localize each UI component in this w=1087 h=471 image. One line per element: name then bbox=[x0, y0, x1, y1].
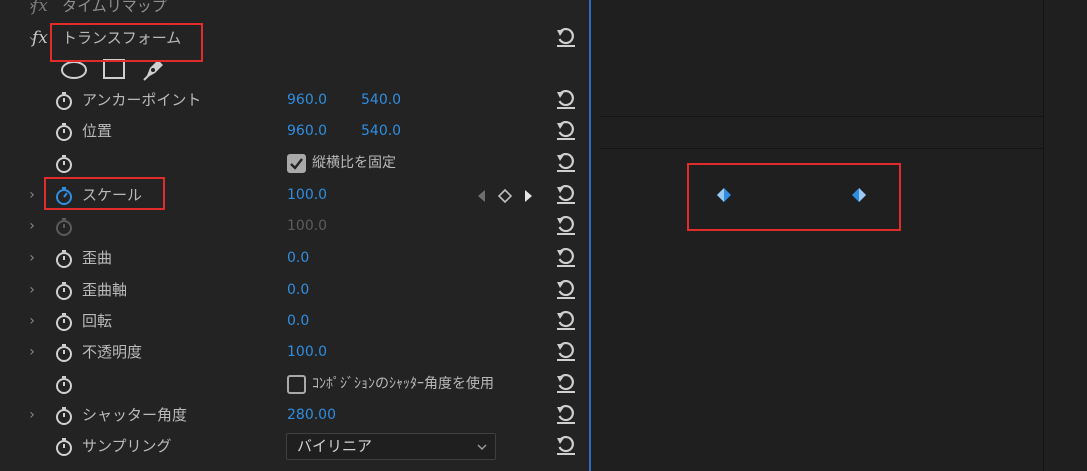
property-row-skew: › 歪曲 0.0 bbox=[0, 243, 590, 274]
value-x[interactable]: 960.0 bbox=[287, 116, 327, 147]
checkmark-icon bbox=[290, 158, 303, 170]
expand-chevron-icon[interactable]: › bbox=[26, 337, 38, 368]
reset-icon[interactable] bbox=[555, 90, 577, 110]
property-label: 位置 bbox=[82, 122, 113, 140]
skew-value[interactable]: 0.0 bbox=[287, 243, 309, 274]
sampling-select[interactable]: バイリニア bbox=[286, 433, 496, 460]
sampling-selected-value: バイリニア bbox=[297, 437, 373, 455]
value-y[interactable]: 540.0 bbox=[361, 116, 401, 147]
reset-icon[interactable] bbox=[555, 311, 577, 331]
property-row-position: 位置 960.0 540.0 bbox=[0, 116, 590, 147]
stopwatch-icon[interactable] bbox=[55, 313, 73, 331]
expand-chevron-icon[interactable]: › bbox=[26, 306, 38, 337]
highlight-box-scale bbox=[44, 177, 165, 210]
property-label: 不透明度 bbox=[82, 343, 143, 361]
fx-icon[interactable]: fx bbox=[32, 0, 48, 22]
highlight-box-transform bbox=[50, 23, 203, 62]
fx-icon[interactable]: fx bbox=[32, 23, 48, 54]
property-row-rotation: › 回転 0.0 bbox=[0, 306, 590, 337]
stopwatch-icon[interactable] bbox=[55, 123, 73, 141]
reset-icon[interactable] bbox=[555, 405, 577, 425]
property-row-comp-shutter: ｺﾝﾎﾟｼﾞｼｮﾝのｼｬｯﾀｰ角度を使用 bbox=[0, 369, 590, 400]
reset-icon[interactable] bbox=[555, 28, 577, 48]
stopwatch-icon[interactable] bbox=[55, 92, 73, 110]
property-label: 歪曲 bbox=[82, 249, 113, 267]
row-divider bbox=[600, 116, 1043, 117]
timeline-end-line bbox=[1043, 0, 1044, 471]
playhead-line bbox=[589, 0, 591, 471]
expand-chevron-icon[interactable]: › bbox=[26, 275, 38, 306]
rotation-value[interactable]: 0.0 bbox=[287, 306, 309, 337]
reset-icon[interactable] bbox=[555, 374, 577, 394]
property-row-sampling: サンプリング バイリニア bbox=[0, 431, 590, 462]
reset-icon[interactable] bbox=[555, 436, 577, 456]
row-divider bbox=[600, 148, 1043, 149]
property-label: 回転 bbox=[82, 312, 113, 330]
stopwatch-icon[interactable] bbox=[55, 376, 73, 394]
stopwatch-icon[interactable] bbox=[55, 438, 73, 456]
value-x[interactable]: 960.0 bbox=[287, 85, 327, 116]
next-keyframe-icon[interactable] bbox=[524, 189, 534, 203]
reset-icon[interactable] bbox=[555, 185, 577, 205]
reset-icon[interactable] bbox=[555, 216, 577, 236]
comp-shutter-checkbox[interactable] bbox=[287, 375, 306, 394]
add-keyframe-icon[interactable] bbox=[498, 189, 512, 203]
stopwatch-icon[interactable] bbox=[55, 155, 73, 173]
expand-chevron-icon[interactable]: › bbox=[26, 243, 38, 274]
scale-value[interactable]: 100.0 bbox=[287, 180, 327, 211]
property-label: サンプリング bbox=[82, 437, 172, 455]
stopwatch-icon[interactable] bbox=[55, 250, 73, 268]
property-row-shutter-angle: › シャッター角度 280.00 bbox=[0, 400, 590, 431]
stopwatch-icon[interactable] bbox=[55, 407, 73, 425]
skew-axis-value[interactable]: 0.0 bbox=[287, 275, 309, 306]
time-remap-row[interactable]: › fx タイムリマップ bbox=[0, 0, 590, 22]
ellipse-mask-icon[interactable] bbox=[60, 59, 88, 81]
expand-chevron-icon[interactable]: › bbox=[26, 211, 38, 242]
reset-icon[interactable] bbox=[555, 153, 577, 173]
stopwatch-icon[interactable] bbox=[55, 344, 73, 362]
property-row-skew-axis: › 歪曲軸 0.0 bbox=[0, 275, 590, 306]
property-row-uniform-scale: 縦横比を固定 bbox=[0, 148, 590, 179]
stopwatch-icon[interactable] bbox=[55, 282, 73, 300]
value-y[interactable]: 540.0 bbox=[361, 85, 401, 116]
property-row-scale-width: › 100.0 bbox=[0, 211, 590, 242]
stopwatch-disabled-icon bbox=[56, 218, 72, 236]
chevron-down-icon bbox=[477, 444, 487, 451]
property-label: アンカーポイント bbox=[82, 91, 202, 109]
opacity-value[interactable]: 100.0 bbox=[287, 337, 327, 368]
expand-chevron-icon[interactable]: › bbox=[26, 400, 38, 431]
property-row-opacity: › 不透明度 100.0 bbox=[0, 337, 590, 368]
scale-width-value: 100.0 bbox=[287, 218, 328, 234]
shutter-angle-value[interactable]: 280.00 bbox=[287, 400, 336, 431]
uniform-scale-label: 縦横比を固定 bbox=[312, 155, 396, 171]
reset-icon[interactable] bbox=[555, 248, 577, 268]
uniform-scale-checkbox[interactable] bbox=[287, 154, 306, 173]
highlight-box-keyframes bbox=[687, 163, 901, 231]
comp-shutter-label: ｺﾝﾎﾟｼﾞｼｮﾝのｼｬｯﾀｰ角度を使用 bbox=[312, 376, 494, 392]
timeline-area[interactable] bbox=[590, 0, 1087, 471]
time-remap-label: タイムリマップ bbox=[62, 0, 167, 15]
reset-icon[interactable] bbox=[555, 342, 577, 362]
property-label: 歪曲軸 bbox=[82, 281, 128, 299]
reset-icon[interactable] bbox=[555, 280, 577, 300]
reset-icon[interactable] bbox=[555, 121, 577, 141]
property-row-anchor-point: アンカーポイント 960.0 540.0 bbox=[0, 85, 590, 116]
previous-keyframe-icon[interactable] bbox=[476, 189, 486, 203]
property-label: シャッター角度 bbox=[82, 406, 188, 424]
effect-controls-panel: › fx タイムリマップ › fx トランスフォーム アンカーポイント 960.… bbox=[0, 0, 590, 471]
expand-chevron-icon[interactable]: › bbox=[26, 180, 38, 211]
